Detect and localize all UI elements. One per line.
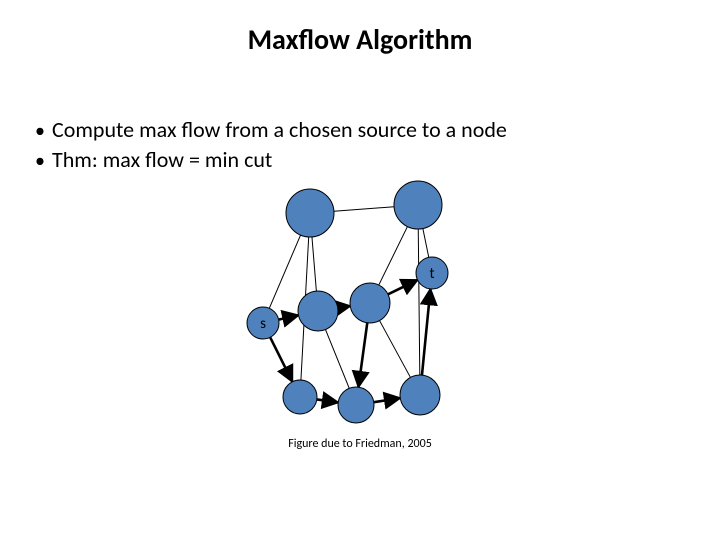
- bullet-list: • Compute max flow from a chosen source …: [28, 115, 720, 175]
- graph-edge: [270, 337, 292, 381]
- bullet-dot-icon: •: [28, 118, 52, 145]
- bullet-text: Thm: max flow = min cut: [52, 145, 272, 175]
- graph-node-botM: [338, 387, 374, 423]
- graph-node-topL: [286, 189, 334, 237]
- graph-edge: [269, 235, 300, 308]
- node-label-s: s: [260, 315, 266, 333]
- graph-edge: [388, 280, 418, 294]
- graph-edge: [418, 229, 420, 375]
- figure-area: st Figure due to Friedman, 2005: [0, 175, 720, 455]
- graph-edge: [358, 323, 367, 387]
- graph-edge: [379, 227, 408, 285]
- graph-edge: [422, 289, 430, 375]
- graph-node-midR: [350, 283, 390, 323]
- graph-edge: [279, 315, 299, 319]
- graph-node-botR: [400, 375, 440, 415]
- graph-svg: st: [0, 175, 720, 455]
- graph-node-midL: [298, 291, 338, 331]
- graph-edge: [380, 321, 411, 378]
- graph-edge: [374, 398, 400, 402]
- figure-caption: Figure due to Friedman, 2005: [0, 437, 720, 451]
- graph-node-botL: [283, 380, 317, 414]
- graph-edge: [325, 330, 349, 389]
- bullet-item: • Thm: max flow = min cut: [28, 145, 720, 175]
- graph-nodes: st: [247, 181, 448, 423]
- graph-edge: [334, 207, 394, 211]
- graph-node-topR: [394, 181, 442, 229]
- graph-edge: [312, 237, 316, 291]
- bullet-text: Compute max flow from a chosen source to…: [52, 115, 507, 145]
- node-label-t: t: [429, 265, 434, 283]
- slide-title: Maxflow Algorithm: [0, 22, 720, 57]
- graph-edge: [423, 229, 429, 258]
- graph-edge: [338, 306, 350, 308]
- bullet-dot-icon: •: [28, 148, 52, 175]
- graph-edge: [317, 399, 338, 402]
- bullet-item: • Compute max flow from a chosen source …: [28, 115, 720, 145]
